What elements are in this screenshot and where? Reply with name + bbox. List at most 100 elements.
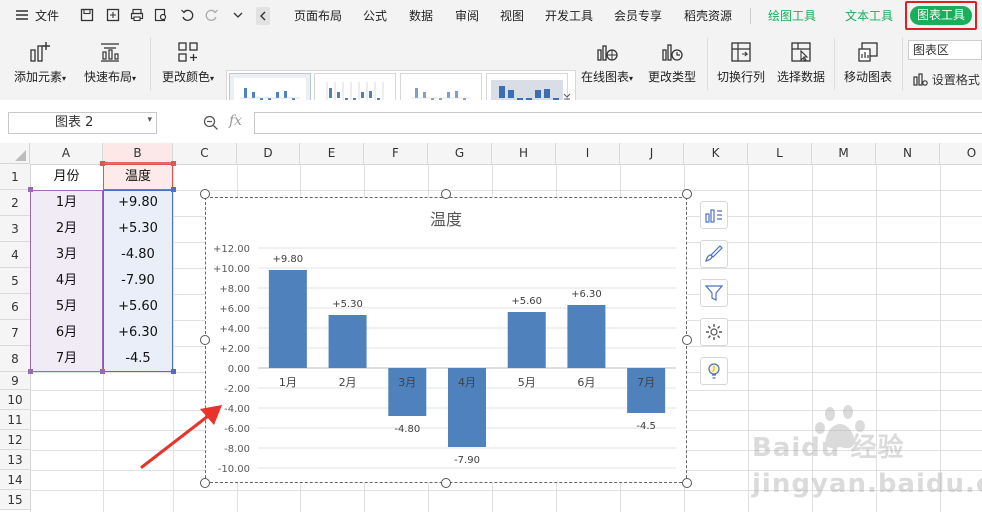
save-icon[interactable]	[80, 8, 94, 22]
chart-title[interactable]: 温度	[430, 210, 462, 229]
row-header[interactable]: 10	[0, 390, 30, 410]
tab-draw-tools[interactable]: 绘图工具	[768, 0, 816, 32]
cell-month[interactable]: 5月	[30, 294, 103, 320]
row-header[interactable]: 15	[0, 490, 30, 510]
column-header[interactable]: O	[940, 143, 982, 164]
chart-bar[interactable]	[507, 312, 546, 368]
chart-style-tool-button[interactable]	[700, 240, 728, 268]
column-header[interactable]: G	[428, 143, 492, 164]
cell-temperature[interactable]: +6.30	[103, 320, 173, 346]
hamburger-icon[interactable]	[15, 8, 29, 22]
cell-temperature[interactable]: +5.30	[103, 216, 173, 242]
cell-temperature[interactable]: -4.80	[103, 242, 173, 268]
set-format-button[interactable]: 设置格式	[912, 70, 982, 90]
cell-month[interactable]: 2月	[30, 216, 103, 242]
row-header[interactable]: 2	[0, 190, 30, 216]
column-header[interactable]: D	[237, 143, 300, 164]
row-header[interactable]: 8	[0, 346, 30, 372]
column-header[interactable]: A	[30, 143, 103, 164]
name-box[interactable]: 图表 2 ▾	[8, 112, 157, 134]
cell-month[interactable]: 3月	[30, 242, 103, 268]
cell-month[interactable]: 4月	[30, 268, 103, 294]
column-header[interactable]: E	[300, 143, 364, 164]
tab-review[interactable]: 审阅	[455, 0, 479, 32]
column-header[interactable]: H	[492, 143, 556, 164]
select-data-button[interactable]: 选择数据	[772, 36, 830, 94]
fx-icon[interactable]: fx	[229, 113, 242, 129]
chart-elements-tool-button[interactable]	[700, 201, 728, 229]
cell-month[interactable]: 1月	[30, 190, 103, 216]
range-handle[interactable]	[28, 369, 33, 374]
chart-resize-handle-bottom-right[interactable]	[682, 478, 692, 488]
cell-temperature[interactable]: +5.60	[103, 294, 173, 320]
add-element-button[interactable]: 添加元素▾	[8, 36, 72, 94]
online-chart-button[interactable]: 在线图表▾	[576, 36, 638, 94]
cell-header-temperature[interactable]: 温度	[103, 164, 173, 190]
row-header[interactable]: 7	[0, 320, 30, 346]
column-header[interactable]: N	[876, 143, 940, 164]
tab-docer-resources[interactable]: 稻壳资源	[684, 0, 732, 32]
row-header[interactable]: 1	[0, 164, 30, 190]
chart-data-label[interactable]: +6.30	[571, 289, 602, 300]
chart-resize-handle-top-left[interactable]	[200, 189, 210, 199]
row-header[interactable]: 11	[0, 410, 30, 430]
chart-resize-handle-bottom[interactable]	[441, 478, 451, 488]
zoom-search-icon[interactable]	[203, 115, 219, 131]
chart-resize-handle-right[interactable]	[682, 335, 692, 345]
range-handle[interactable]	[28, 187, 33, 192]
export-pdf-icon[interactable]	[106, 8, 120, 22]
column-header[interactable]: C	[173, 143, 237, 164]
chart-data-label[interactable]: -7.90	[454, 455, 480, 466]
chart-data-label[interactable]: +5.30	[332, 299, 363, 310]
range-handle[interactable]	[100, 369, 105, 374]
chart-resize-handle-top-right[interactable]	[682, 189, 692, 199]
chart-data-label[interactable]: -4.80	[394, 424, 420, 435]
chart-resize-handle-left[interactable]	[200, 335, 210, 345]
range-handle[interactable]	[171, 161, 176, 166]
row-header[interactable]: 5	[0, 268, 30, 294]
print-icon[interactable]	[130, 8, 144, 22]
tab-formula[interactable]: 公式	[363, 0, 387, 32]
tab-data[interactable]: 数据	[409, 0, 433, 32]
column-header[interactable]: J	[620, 143, 684, 164]
tab-view[interactable]: 视图	[500, 0, 524, 32]
chevron-down-icon[interactable]	[231, 8, 245, 22]
chart-element-select[interactable]: 图表区	[908, 40, 982, 60]
chart-bar[interactable]	[268, 270, 307, 368]
tab-developer[interactable]: 开发工具	[545, 0, 593, 32]
row-header[interactable]: 6	[0, 294, 30, 320]
chart-data-label[interactable]: +9.80	[273, 254, 304, 265]
tab-page-layout[interactable]: 页面布局	[294, 0, 342, 32]
cell-header-month[interactable]: 月份	[30, 164, 103, 190]
chart-filter-tool-button[interactable]	[700, 279, 728, 307]
quick-layout-button[interactable]: 快速布局▾	[78, 36, 142, 94]
column-header[interactable]: F	[364, 143, 428, 164]
formula-input[interactable]	[254, 112, 982, 134]
tab-text-tools[interactable]: 文本工具	[845, 0, 893, 32]
cell-month[interactable]: 6月	[30, 320, 103, 346]
chart-bar[interactable]	[627, 368, 666, 413]
chart-data-label[interactable]: +5.60	[511, 296, 542, 307]
cell-temperature[interactable]: +9.80	[103, 190, 173, 216]
tab-chart-tools[interactable]: 图表工具	[910, 6, 972, 25]
chart-resize-handle-bottom-left[interactable]	[200, 478, 210, 488]
chart-bar[interactable]	[567, 305, 606, 368]
row-header[interactable]: 14	[0, 470, 30, 490]
chart-settings-tool-button[interactable]	[700, 318, 728, 346]
move-chart-button[interactable]: 移动图表	[838, 36, 898, 94]
chevron-down-icon[interactable]: ▾	[147, 115, 152, 125]
row-header[interactable]: 9	[0, 372, 30, 390]
range-handle[interactable]	[100, 161, 105, 166]
chart-object[interactable]: 温度 +12.00 +10.00 +8.00 +6.00 +4.00 +2.00 0.00 -…	[205, 197, 687, 483]
cell-month[interactable]: 7月	[30, 346, 103, 372]
column-header[interactable]: I	[556, 143, 620, 164]
row-header[interactable]: 4	[0, 242, 30, 268]
change-color-button[interactable]: 更改颜色▾	[156, 36, 220, 94]
chart-resize-handle-top[interactable]	[441, 189, 451, 199]
chart-smart-tips-button[interactable]	[700, 357, 728, 385]
row-header[interactable]: 12	[0, 430, 30, 450]
menu-file[interactable]: 文件	[35, 0, 59, 32]
select-all-corner[interactable]	[0, 143, 30, 164]
row-header[interactable]: 13	[0, 450, 30, 470]
undo-icon[interactable]	[180, 8, 194, 22]
